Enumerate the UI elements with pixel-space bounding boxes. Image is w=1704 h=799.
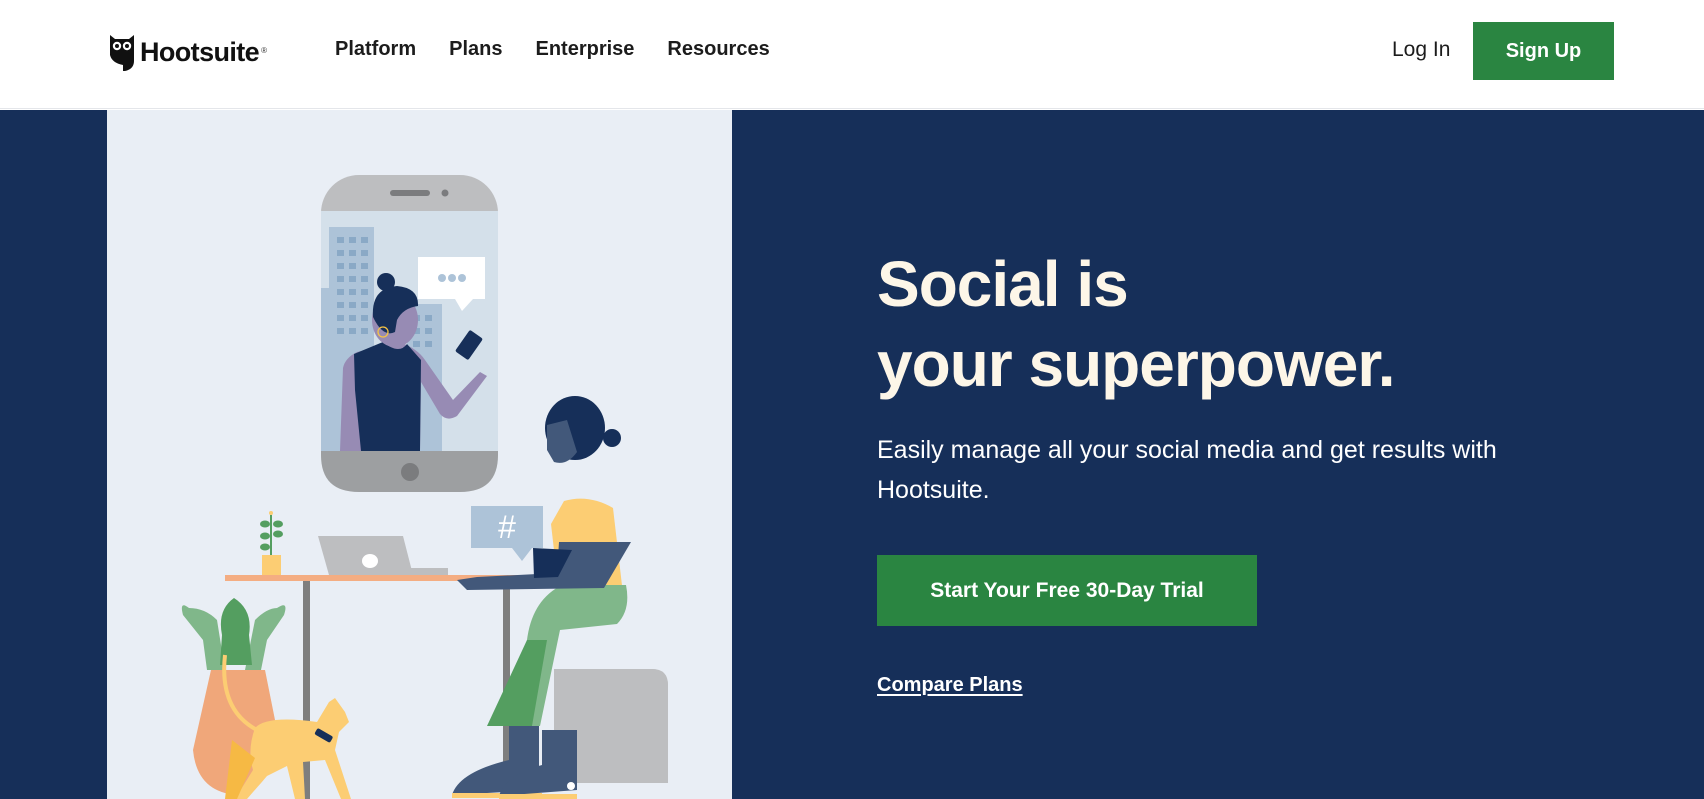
owl-icon bbox=[110, 35, 134, 71]
hashtag-text: # bbox=[498, 509, 516, 545]
hero-illustration: # bbox=[107, 110, 732, 799]
nav-platform[interactable]: Platform bbox=[335, 36, 416, 62]
registered-mark: ® bbox=[261, 45, 267, 55]
plant-icon bbox=[260, 511, 283, 575]
hero-subtitle: Easily manage all your social media and … bbox=[877, 436, 1497, 504]
nav-enterprise[interactable]: Enterprise bbox=[535, 36, 634, 62]
phone-icon bbox=[321, 175, 498, 492]
signup-button[interactable]: Sign Up bbox=[1473, 22, 1614, 80]
nav-resources[interactable]: Resources bbox=[667, 36, 769, 62]
nav-plans[interactable]: Plans bbox=[449, 36, 502, 62]
site-header: Hootsuite ® Platform Plans Enterprise Re… bbox=[0, 0, 1704, 109]
brand-name: Hootsuite bbox=[140, 36, 260, 67]
login-link[interactable]: Log In bbox=[1392, 37, 1450, 63]
hero-title: Social is your superpower. bbox=[877, 244, 1395, 404]
laptop-icon bbox=[318, 536, 448, 575]
start-free-trial-button[interactable]: Start Your Free 30-Day Trial bbox=[877, 555, 1257, 626]
hashtag-bubble-icon: # bbox=[471, 506, 543, 561]
compare-plans-link[interactable]: Compare Plans bbox=[877, 674, 1023, 697]
hero-section: # Social is your superpower. Easily mana… bbox=[0, 110, 1704, 799]
hootsuite-logo[interactable]: Hootsuite ® bbox=[109, 32, 267, 72]
hero-title-line-2: your superpower. bbox=[877, 328, 1395, 400]
main-nav: Platform Plans Enterprise Resources bbox=[335, 36, 803, 62]
hero-title-line-1: Social is bbox=[877, 248, 1129, 320]
social-media-illustration: # bbox=[181, 175, 668, 799]
